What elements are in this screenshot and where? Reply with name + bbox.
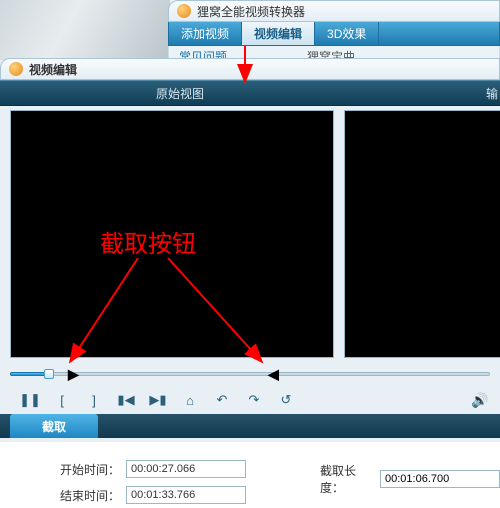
duration-input[interactable] <box>380 470 500 488</box>
app-title-bar: 狸窝全能视频转换器 <box>168 0 500 22</box>
timeline-playhead[interactable] <box>44 369 54 379</box>
timeline[interactable]: ▶ ◀ <box>10 368 490 382</box>
mark-in-button[interactable]: [ <box>46 391 78 409</box>
duration-label: 截取长度： <box>320 462 374 496</box>
main-tabs: 添加视频 视频编辑 3D效果 <box>168 22 500 46</box>
timeline-progress <box>10 372 48 376</box>
volume-icon[interactable]: 🔊 <box>464 391 496 409</box>
tab-video-edit[interactable]: 视频编辑 <box>242 22 315 45</box>
editor-logo-icon <box>9 62 23 76</box>
end-time-input[interactable] <box>126 486 246 504</box>
editor-title-bar: 视频编辑 <box>0 58 500 80</box>
rotate-left-button[interactable]: ↶ <box>206 391 238 409</box>
tab-3d-effect[interactable]: 3D效果 <box>315 22 379 45</box>
tab-trim[interactable]: 截取 <box>10 414 98 438</box>
rotate-right-button[interactable]: ↷ <box>238 391 270 409</box>
trim-out-handle[interactable]: ◀ <box>268 367 276 381</box>
start-time-input[interactable] <box>126 460 246 478</box>
zoom-button[interactable]: ⌂ <box>174 391 206 409</box>
app-logo-icon <box>177 4 191 18</box>
pause-button[interactable]: ❚❚ <box>14 391 46 409</box>
undo-button[interactable]: ↺ <box>270 391 302 409</box>
output-preview <box>344 110 500 358</box>
mark-out-button[interactable]: ] <box>78 391 110 409</box>
start-time-label: 开始时间： <box>50 461 120 478</box>
next-frame-button[interactable]: ▶▮ <box>142 391 174 409</box>
timeline-track[interactable] <box>10 372 490 376</box>
output-view-label: 输 <box>486 85 498 102</box>
prev-frame-button[interactable]: ▮◀ <box>110 391 142 409</box>
tab-add-video[interactable]: 添加视频 <box>169 22 242 45</box>
original-preview <box>10 110 334 358</box>
trim-form: 开始时间： 结束时间： 截取长度： <box>0 442 500 508</box>
app-title-text: 狸窝全能视频转换器 <box>197 3 305 20</box>
view-header: 原始视图 输 <box>0 80 500 106</box>
original-view-label: 原始视图 <box>156 85 204 102</box>
end-time-label: 结束时间： <box>50 487 120 504</box>
trim-in-handle[interactable]: ▶ <box>68 367 76 381</box>
player-toolbar: ❚❚ [ ] ▮◀ ▶▮ ⌂ ↶ ↷ ↺ 🔊 <box>0 388 500 412</box>
editor-title-text: 视频编辑 <box>29 61 77 78</box>
